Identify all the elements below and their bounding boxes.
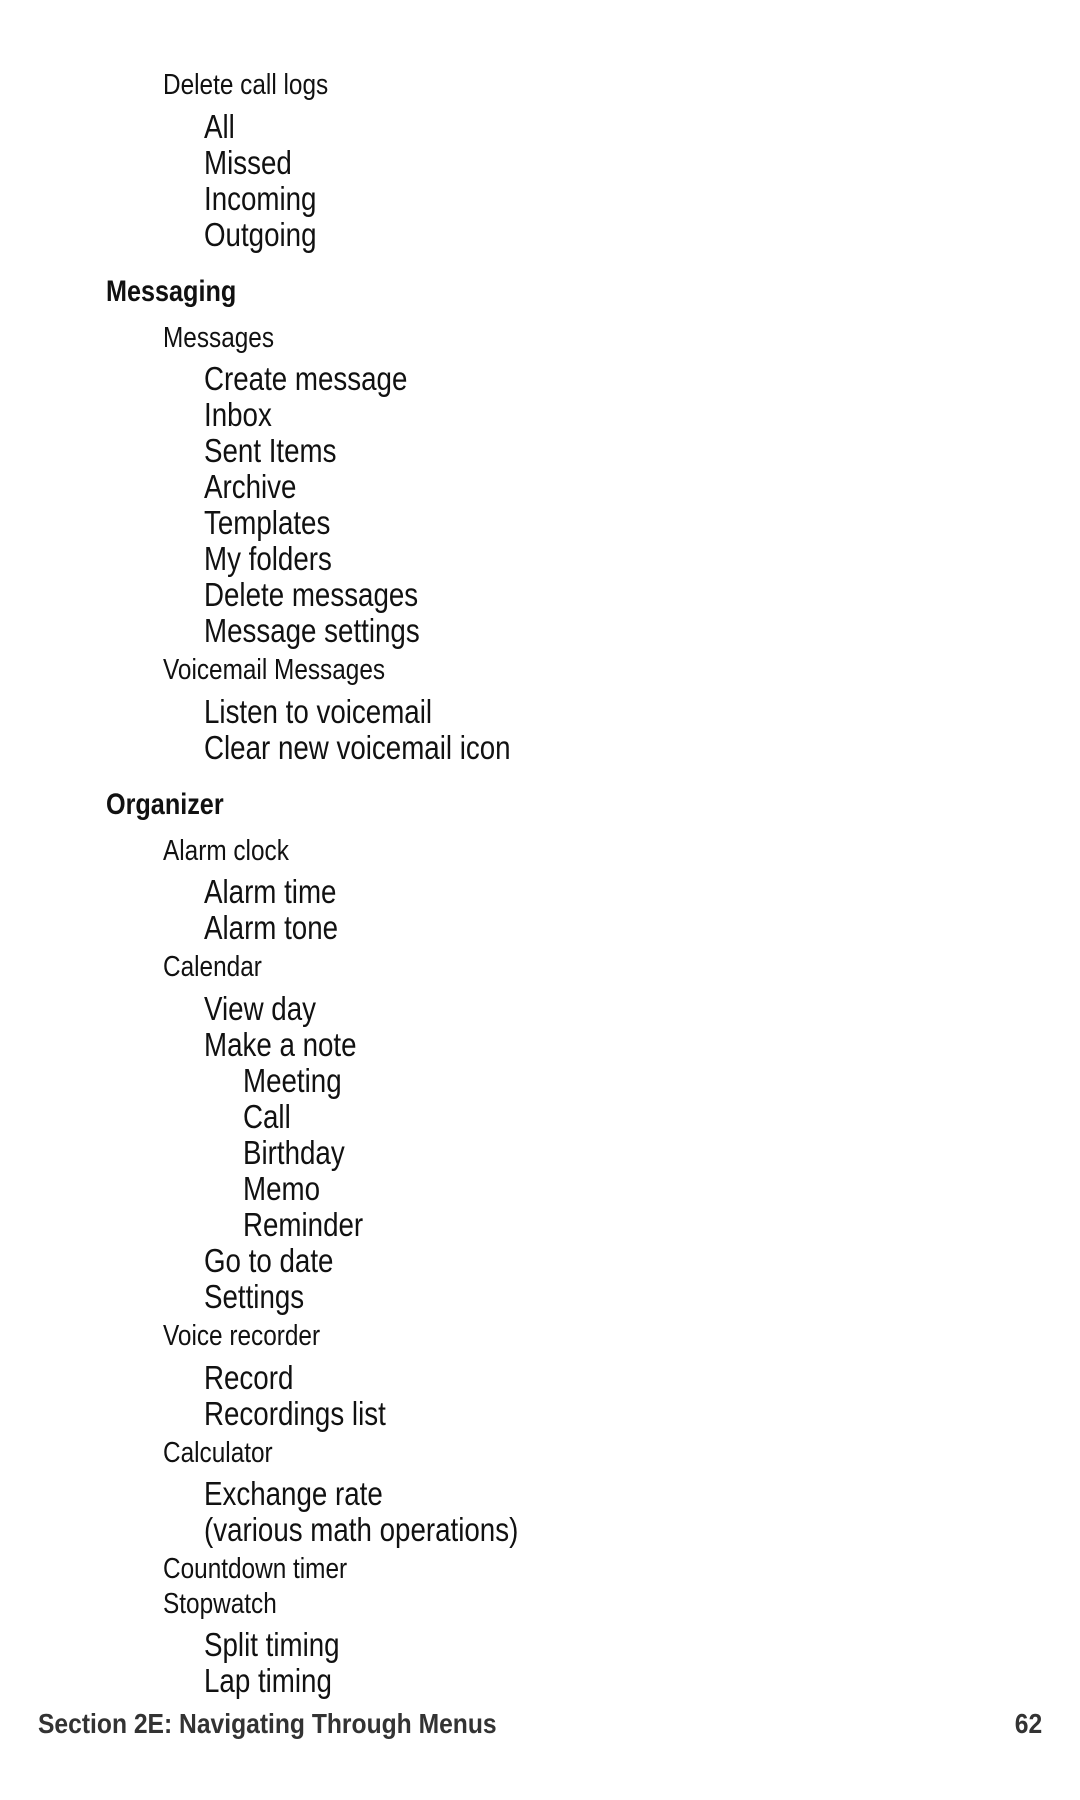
outline-item-text: Inbox [204, 396, 272, 434]
outline-item-text: Exchange rate [204, 1475, 383, 1513]
outline-item: Call [243, 1097, 1080, 1133]
outline-item-text: Calendar [163, 951, 262, 984]
outline-item-text: Recordings list [204, 1394, 386, 1432]
outline-item: Delete call logs [163, 62, 1080, 102]
outline-item-text: View day [204, 990, 316, 1028]
outline-item-text: Delete messages [204, 576, 419, 614]
outline-item: Stopwatch [163, 1586, 1080, 1621]
outline-item-text: Sent Items [204, 432, 337, 470]
outline-item-text: Clear new voicemail icon [204, 728, 511, 766]
outline-item: Memo [243, 1169, 1080, 1205]
outline-item: Record [204, 1353, 1080, 1394]
outline-item: Alarm time [204, 867, 1080, 908]
footer-page-number-text: 62 [1014, 1708, 1042, 1739]
outline-item-text: Create message [204, 360, 408, 398]
menu-outline-list: Delete call logs All Missed Incoming Outgoin… [0, 62, 1080, 1697]
outline-item: Create message [204, 354, 1080, 395]
outline-item-text: Split timing [204, 1626, 340, 1664]
outline-item: Settings [204, 1277, 1080, 1313]
outline-item-text: Listen to voicemail [204, 692, 433, 730]
outline-item: Recordings list [204, 1394, 1080, 1430]
outline-item: Voice recorder [163, 1313, 1080, 1353]
footer-section-title-text: Section 2E: Navigating Through Menus [38, 1708, 497, 1739]
page-footer: Section 2E: Navigating Through Menus 62 [0, 1680, 1080, 1800]
outline-item-text: Messages [163, 321, 275, 354]
outline-section-heading: Organizer [106, 764, 1080, 828]
outline-item: Calendar [163, 944, 1080, 984]
outline-item-text: Go to date [204, 1242, 334, 1280]
outline-item: Clear new voicemail icon [204, 728, 1080, 764]
outline-item: Meeting [243, 1061, 1080, 1097]
outline-item-text: All [204, 107, 235, 145]
outline-item-text: Alarm time [204, 873, 337, 911]
outline-item-text: Voicemail Messages [163, 654, 386, 687]
outline-item-text: Make a note [204, 1026, 357, 1064]
outline-section-heading: Messaging [106, 251, 1080, 315]
outline-item-text: Missed [204, 143, 292, 181]
footer-inner: Section 2E: Navigating Through Menus 62 [38, 1708, 1042, 1740]
outline-item: Voicemail Messages [163, 647, 1080, 687]
outline-item: (various math operations) [204, 1510, 1080, 1546]
outline-item: All [204, 102, 1080, 143]
outline-item-text: Meeting [243, 1062, 342, 1100]
outline-section-heading-text: Messaging [106, 274, 237, 308]
outline-item: Calculator [163, 1430, 1080, 1470]
outline-item-text: Voice recorder [163, 1320, 321, 1353]
outline-item: Sent Items [204, 431, 1080, 467]
outline-item: Templates [204, 503, 1080, 539]
outline-item-text: Countdown timer [163, 1553, 348, 1586]
outline-item: Alarm tone [204, 908, 1080, 944]
outline-item-text: Alarm tone [204, 909, 339, 947]
outline-item-text: Record [204, 1358, 294, 1396]
outline-item: Message settings [204, 611, 1080, 647]
outline-item-text: (various math operations) [204, 1511, 519, 1549]
footer-section-title: Section 2E: Navigating Through Menus [38, 1708, 559, 1740]
outline-item: Inbox [204, 395, 1080, 431]
outline-item: Birthday [243, 1133, 1080, 1169]
outline-item: Exchange rate [204, 1469, 1080, 1510]
outline-item: Listen to voicemail [204, 687, 1080, 728]
outline-item-text: Archive [204, 468, 297, 506]
outline-item: Archive [204, 467, 1080, 503]
outline-item-text: My folders [204, 540, 332, 578]
outline-item: Messages [163, 315, 1080, 355]
outline-item: Split timing [204, 1620, 1080, 1661]
outline-item: Reminder [243, 1205, 1080, 1241]
outline-item-text: Alarm clock [163, 834, 289, 867]
outline-item-text: Message settings [204, 612, 420, 650]
outline-item-text: Call [243, 1098, 291, 1136]
outline-item: Make a note [204, 1025, 1080, 1061]
outline-item: View day [204, 984, 1080, 1025]
outline-item-text: Calculator [163, 1436, 273, 1469]
outline-item-text: Reminder [243, 1206, 364, 1244]
outline-section-heading-text: Organizer [106, 787, 224, 821]
outline-item-text: Outgoing [204, 215, 317, 253]
outline-item: Incoming [204, 179, 1080, 215]
outline-item: Countdown timer [163, 1546, 1080, 1586]
outline-item: Missed [204, 143, 1080, 179]
outline-item-text: Settings [204, 1278, 305, 1316]
outline-item-text: Birthday [243, 1134, 345, 1172]
outline-item: Delete messages [204, 575, 1080, 611]
outline-item-text: Memo [243, 1170, 321, 1208]
outline-item: My folders [204, 539, 1080, 575]
outline-item-text: Stopwatch [163, 1587, 277, 1620]
outline-item-text: Incoming [204, 179, 317, 217]
outline-item: Outgoing [204, 215, 1080, 251]
outline-item-text: Templates [204, 504, 331, 542]
outline-item: Go to date [204, 1241, 1080, 1277]
footer-page-number: 62 [1011, 1708, 1042, 1740]
outline-item-text: Delete call logs [163, 69, 329, 101]
document-page: Delete call logs All Missed Incoming Outgoin… [0, 0, 1080, 1800]
outline-item: Alarm clock [163, 828, 1080, 868]
